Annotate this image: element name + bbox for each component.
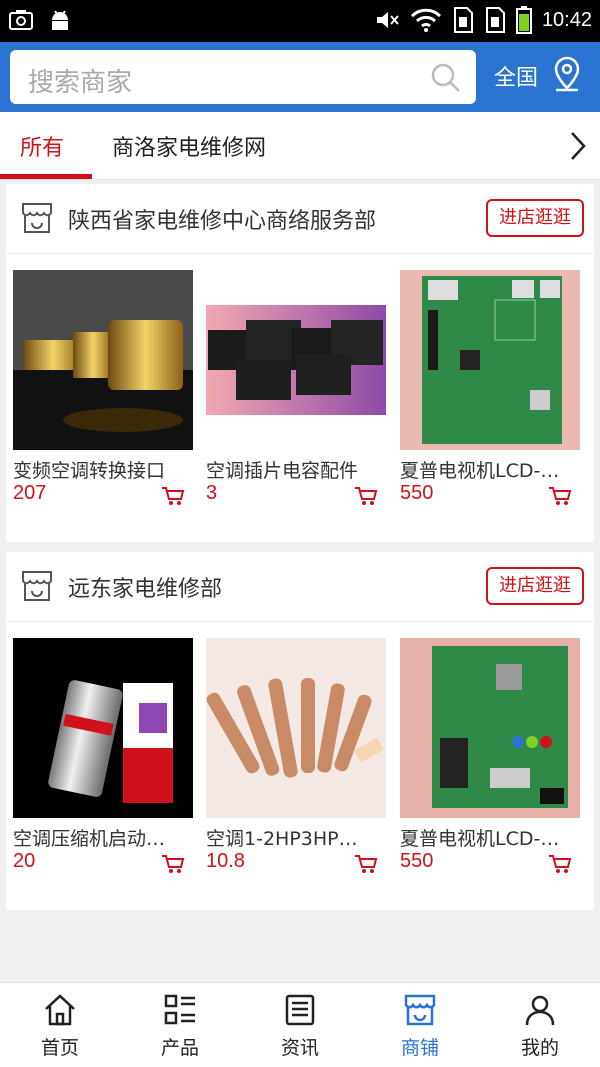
product-price: 207 xyxy=(13,482,47,504)
cart-icon[interactable] xyxy=(548,854,572,874)
product-title: 夏普电视机LCD-… xyxy=(400,828,560,850)
clock: 10:42 xyxy=(541,8,592,31)
cart-icon[interactable] xyxy=(161,486,185,506)
product-card[interactable]: 空调压缩机启动… 20 xyxy=(13,638,193,873)
product-title: 空调1-2HP3HP… xyxy=(206,828,358,850)
news-icon xyxy=(285,994,315,1026)
chevron-right-icon[interactable] xyxy=(568,130,588,162)
store-header[interactable]: 远东家电维修部 进店逛逛 xyxy=(6,552,594,622)
product-title: 空调插片电容配件 xyxy=(206,460,359,482)
search-icon[interactable] xyxy=(430,62,462,94)
search-placeholder: 搜索商家 xyxy=(28,68,133,98)
product-image-compressor-capacitor[interactable] xyxy=(13,638,193,818)
search-input[interactable]: 搜索商家 xyxy=(10,50,476,104)
product-list: 空调压缩机启动… 20 空调1-2HP3HP… 10.8 夏普电视机LCD-… … xyxy=(6,622,594,910)
active-tab-indicator xyxy=(0,174,92,179)
product-price: 10.8 xyxy=(206,850,245,872)
region-selector[interactable]: 全国 xyxy=(494,60,538,92)
product-card[interactable]: 夏普电视机LCD-… 550 xyxy=(400,270,580,505)
product-price: 550 xyxy=(400,482,434,504)
screenshot-icon xyxy=(9,10,33,30)
store-name: 陕西省家电维修中心商络服务部 xyxy=(68,209,377,234)
cart-icon[interactable] xyxy=(354,486,378,506)
store-icon xyxy=(22,571,52,601)
nav-label: 产品 xyxy=(160,1037,199,1059)
android-icon xyxy=(52,10,68,30)
wifi-icon xyxy=(410,8,441,32)
tab-all[interactable]: 所有 xyxy=(20,130,64,162)
store-icon xyxy=(404,994,436,1026)
product-image-copper-filters[interactable] xyxy=(206,638,386,818)
home-icon xyxy=(45,994,75,1026)
nav-home[interactable]: 首页 xyxy=(0,993,120,1060)
product-image-capacitor[interactable] xyxy=(206,270,386,450)
store-card: 远东家电维修部 进店逛逛 空调压缩机启动… 20 空调1-2HP3HP… 10.… xyxy=(6,552,594,910)
nav-label: 商铺 xyxy=(400,1037,439,1059)
product-card[interactable]: 空调1-2HP3HP… 10.8 xyxy=(206,638,386,873)
nav-label: 我的 xyxy=(520,1037,559,1059)
nav-products[interactable]: 产品 xyxy=(120,993,240,1060)
user-icon xyxy=(525,995,555,1026)
nav-news[interactable]: 资讯 xyxy=(240,993,360,1060)
tab-shangluo[interactable]: 商洛家电维修网 xyxy=(112,130,266,162)
nav-label: 资讯 xyxy=(280,1037,319,1059)
product-list: 变频空调转换接口 207 空调插片电容配件 3 夏普电视机LCD-… 550 xyxy=(6,254,594,542)
product-card[interactable]: 夏普电视机LCD-… 550 xyxy=(400,638,580,873)
category-tabs: 所有 商洛家电维修网 xyxy=(0,112,600,180)
visit-store-button[interactable]: 进店逛逛 xyxy=(486,199,584,237)
product-price: 550 xyxy=(400,850,434,872)
nav-label: 首页 xyxy=(40,1037,79,1059)
cart-icon[interactable] xyxy=(354,854,378,874)
visit-store-button[interactable]: 进店逛逛 xyxy=(486,567,584,605)
product-price: 20 xyxy=(13,850,36,872)
status-bar: 10:42 xyxy=(0,0,600,42)
sim2-icon xyxy=(485,7,505,33)
bottom-navigation: 首页 产品 资讯 商铺 我的 xyxy=(0,982,600,1067)
mute-icon xyxy=(376,12,399,28)
cart-icon[interactable] xyxy=(161,854,185,874)
store-header[interactable]: 陕西省家电维修中心商络服务部 进店逛逛 xyxy=(6,184,594,254)
cart-icon[interactable] xyxy=(548,486,572,506)
store-name: 远东家电维修部 xyxy=(68,577,223,602)
product-title: 夏普电视机LCD-… xyxy=(400,460,560,482)
sim1-icon xyxy=(453,7,473,33)
store-icon xyxy=(22,203,52,233)
product-image-tv-mainboard[interactable] xyxy=(400,638,580,818)
product-image-brass-connector[interactable] xyxy=(13,270,193,450)
product-image-circuit-board[interactable] xyxy=(400,270,580,450)
grid-list-icon xyxy=(164,994,195,1025)
product-title: 变频空调转换接口 xyxy=(13,460,166,482)
nav-profile[interactable]: 我的 xyxy=(480,993,600,1060)
product-title: 空调压缩机启动… xyxy=(13,828,166,850)
search-header: 搜索商家 全国 xyxy=(0,42,600,112)
battery-icon xyxy=(515,6,532,34)
nav-stores[interactable]: 商铺 xyxy=(360,993,480,1060)
product-card[interactable]: 变频空调转换接口 207 xyxy=(13,270,193,505)
product-price: 3 xyxy=(206,482,218,504)
store-card: 陕西省家电维修中心商络服务部 进店逛逛 变频空调转换接口 207 空调插片电容配… xyxy=(6,184,594,542)
location-pin-icon[interactable] xyxy=(552,56,582,92)
product-card[interactable]: 空调插片电容配件 3 xyxy=(206,270,386,505)
